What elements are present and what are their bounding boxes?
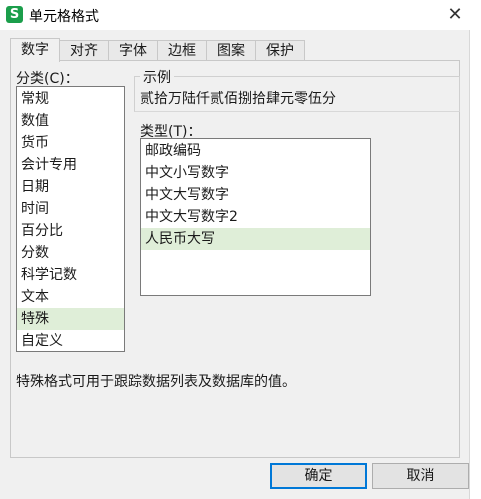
sample-legend: 示例 (140, 67, 174, 87)
format-description: 特殊格式可用于跟踪数据列表及数据库的值。 (16, 374, 296, 390)
type-item[interactable]: 邮政编码 (141, 140, 370, 162)
type-item[interactable]: 中文大写数字2 (141, 206, 370, 228)
category-label: 分类(C)： (16, 71, 79, 87)
type-list[interactable]: 邮政编码 中文小写数字 中文大写数字 中文大写数字2 人民币大写 (140, 138, 371, 296)
tab-1[interactable]: 对齐 (59, 40, 109, 62)
type-item[interactable]: 中文大写数字 (141, 184, 370, 206)
close-icon[interactable]: ✕ (440, 0, 470, 30)
tab-bar: 数字 对齐 字体 边框 图案 保护 (10, 38, 305, 62)
category-item[interactable]: 分数 (17, 242, 124, 264)
category-item[interactable]: 百分比 (17, 220, 124, 242)
tab-3[interactable]: 边框 (157, 40, 207, 62)
category-item[interactable]: 特殊 (17, 308, 124, 330)
tab-4[interactable]: 图案 (206, 40, 256, 62)
type-item[interactable]: 人民币大写 (141, 228, 370, 250)
title-bar: S 单元格格式 ✕ (0, 0, 470, 30)
sample-value: 贰拾万陆仟贰佰捌拾肆元零伍分 (140, 91, 336, 107)
tab-2[interactable]: 字体 (108, 40, 158, 62)
category-item[interactable]: 自定义 (17, 330, 124, 352)
category-item[interactable]: 文本 (17, 286, 124, 308)
dialog-title: 单元格格式 (29, 9, 99, 25)
category-item[interactable]: 数值 (17, 110, 124, 132)
cancel-button[interactable]: 取消 (372, 463, 469, 489)
category-item[interactable]: 日期 (17, 176, 124, 198)
tab-5[interactable]: 保护 (255, 40, 305, 62)
category-item[interactable]: 常规 (17, 88, 124, 110)
category-item[interactable]: 会计专用 (17, 154, 124, 176)
category-list[interactable]: 常规 数值 货币 会计专用 日期 时间 百分比 分数 科学记数 文本 特殊 自定义 (16, 86, 125, 352)
wps-spreadsheet-icon: S (6, 6, 23, 23)
category-item[interactable]: 时间 (17, 198, 124, 220)
ok-button[interactable]: 确定 (270, 463, 367, 489)
tab-0[interactable]: 数字 (10, 38, 60, 62)
format-cells-dialog: S 单元格格式 ✕ 数字 对齐 字体 边框 图案 保护 分类(C)： 常规 数值 货币 会计专用… (0, 0, 470, 499)
background-strip (470, 0, 481, 499)
type-item[interactable]: 中文小写数字 (141, 162, 370, 184)
category-item[interactable]: 科学记数 (17, 264, 124, 286)
category-item[interactable]: 货币 (17, 132, 124, 154)
